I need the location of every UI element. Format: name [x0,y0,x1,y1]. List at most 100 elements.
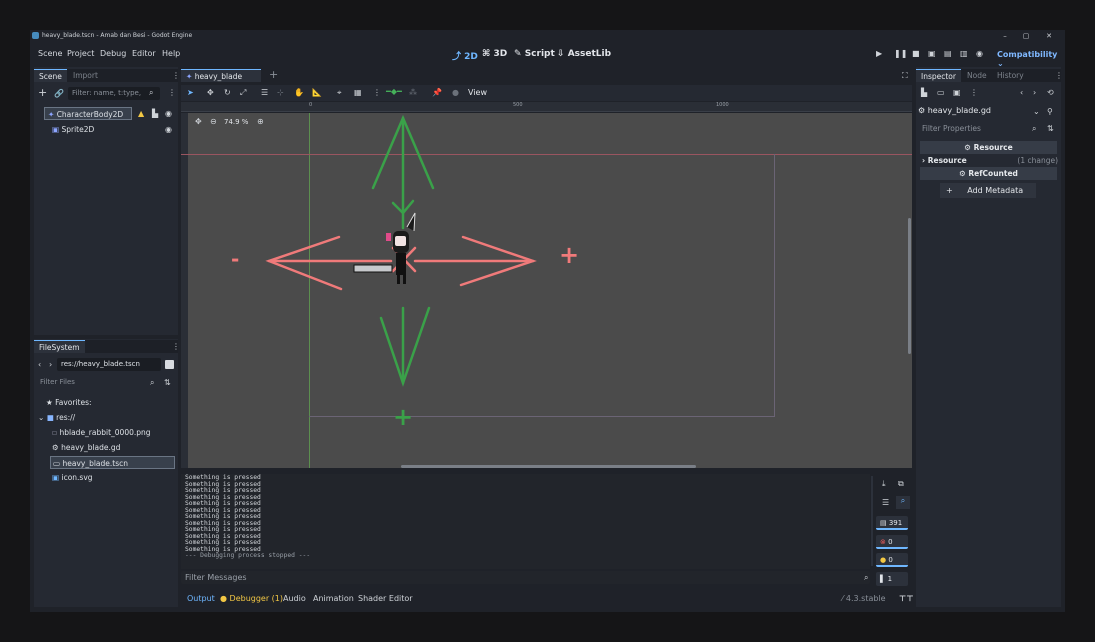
folder-res[interactable]: ⌄ ■ res:// [38,411,75,424]
scale-tool-icon[interactable]: ⤢ [240,88,246,98]
bottom-panel-toggle-icon[interactable]: ⊤⊤ [899,594,914,603]
section-resource[interactable]: ⚙ Resource [920,141,1057,154]
message-count-badge[interactable]: ▤ 391 [876,516,908,530]
search-icon[interactable]: ⌕ [149,88,153,98]
maximize-button[interactable]: ▢ [1019,30,1033,42]
dock-menu-icon[interactable]: ⋮ [172,342,180,352]
ruler-tool-icon[interactable]: 📐 [312,88,322,98]
renderer-select[interactable]: Compatibility ⌄ [997,50,1065,68]
visibility-icon[interactable]: ◉ [165,125,172,135]
tree-node-sprite2d[interactable]: ▣ Sprite2D [52,123,152,136]
visibility-icon[interactable]: ◉ [165,109,172,119]
toggle-split-icon[interactable] [165,360,174,369]
workspace-script-button[interactable]: ✎ Script [514,49,555,59]
new-tab-icon[interactable]: + [269,69,278,80]
search-toggle-icon[interactable]: ⌕ [896,496,910,509]
pan-tool-icon[interactable]: ✋ [294,88,304,98]
camera-icon[interactable]: ● [452,88,459,98]
filter-properties-input[interactable]: Filter Properties [918,122,1031,135]
add-metadata-button[interactable]: + Add Metadata [940,183,1036,198]
tree-node-characterbody2d[interactable]: ✦ CharacterBody2D [44,107,132,120]
tab-node[interactable]: Node [962,69,992,82]
play-custom-icon[interactable]: ▥ [960,49,968,59]
horizontal-scrollbar[interactable] [401,465,696,468]
workspace-2d-button[interactable]: ⤴ 2D [452,49,478,62]
error-count-badge[interactable]: ⊗ 0 [876,535,908,549]
link-icon[interactable]: 🔗 [54,89,64,99]
file-tscn[interactable]: ▭ heavy_blade.tscn [50,456,175,469]
search-icon[interactable]: ⌕ [864,573,868,583]
tab-filesystem[interactable]: FileSystem [34,340,85,353]
vertical-scrollbar[interactable] [908,218,911,354]
file-svg[interactable]: ▣ icon.svg [52,471,93,484]
movie-maker-icon[interactable]: ◉ [976,49,983,59]
warning-icon[interactable]: ▲ [138,109,144,119]
menu-debug[interactable]: Debug [100,49,126,58]
file-gd[interactable]: ⚙ heavy_blade.gd [52,441,120,454]
back-icon[interactable]: ‹ [38,360,41,370]
path-field[interactable]: res://heavy_blade.tscn [57,358,161,371]
search-icon[interactable]: ⌕ [150,378,154,388]
tab-debugger[interactable]: ● Debugger (1) [220,594,283,603]
menu-project[interactable]: Project [67,49,94,58]
menu-editor[interactable]: Editor [132,49,156,58]
rotate-tool-icon[interactable]: ↻ [224,88,231,98]
bone-icon[interactable]: ━◆━ [386,87,402,97]
dock-menu-icon[interactable]: ⋮ [172,71,180,81]
list-select-icon[interactable]: ☰ [261,88,268,98]
warning-count-badge[interactable]: ● 0 [876,553,908,567]
tab-inspector[interactable]: Inspector [916,69,961,82]
menu-help[interactable]: Help [162,49,180,58]
copy-log-icon[interactable]: ⧉ [898,479,904,489]
remote-debug-icon[interactable]: ▣ [928,49,936,59]
play-icon[interactable]: ▶ [876,49,882,59]
forward-icon[interactable]: › [49,360,52,370]
menu-scene[interactable]: Scene [38,49,62,58]
workspace-assetlib-button[interactable]: ⇩ AssetLib [557,49,611,59]
filesystem-filter-input[interactable]: Filter Files [36,376,161,389]
sort-icon[interactable]: ⇅ [1047,124,1054,134]
grid-snap-icon[interactable]: ▦ [354,88,362,98]
distraction-free-icon[interactable]: ⛶ [902,71,908,81]
pivot-icon[interactable]: ⊹ [277,88,284,98]
scene-tab-heavy-blade[interactable]: ✦ heavy_blade ✕ [181,69,261,94]
move-tool-icon[interactable]: ✥ [207,88,214,98]
scene-options-icon[interactable]: ⋮ [168,88,176,98]
resource-options-icon[interactable]: ⋮ [970,88,978,98]
info-count-badge[interactable]: ▌ 1 [876,572,908,586]
tab-history[interactable]: History [992,69,1029,82]
scene-filter-input[interactable]: Filter: name, t:type, [68,87,160,100]
select-tool-icon[interactable]: ➤ [187,88,194,98]
add-node-icon[interactable]: + [38,87,47,98]
object-docs-icon[interactable]: ⚲ [1047,107,1053,117]
tab-output[interactable]: Output [187,594,215,603]
favorites-item[interactable]: ★ Favorites: [46,396,92,409]
smart-snap-icon[interactable]: ⌖ [337,88,342,98]
search-icon[interactable]: ⌕ [1032,124,1036,134]
tab-audio[interactable]: Audio [283,594,306,603]
tab-import[interactable]: Import [68,69,103,82]
collapse-icon[interactable]: ☰ [882,498,889,508]
back-icon[interactable]: ‹ [1020,88,1023,98]
sort-icon[interactable]: ⇅ [164,378,171,388]
clear-log-icon[interactable]: ⤓ [882,479,886,489]
forward-icon[interactable]: › [1033,88,1036,98]
log-scrollbar[interactable] [871,476,873,566]
canvas-viewport[interactable]: ✥ ⊖ 74.9 % ⊕ - + + [181,113,912,468]
script-attached-icon[interactable]: ▙ [152,109,158,119]
history-icon[interactable]: ⟲ [1047,88,1054,98]
chevron-down-icon[interactable]: ⌄ [1033,107,1040,117]
load-resource-icon[interactable]: ▭ [937,88,945,98]
dock-menu-icon[interactable]: ⋮ [1055,71,1063,81]
filter-messages-input[interactable]: Filter Messages [181,571,870,584]
close-button[interactable]: ✕ [1042,30,1056,42]
save-resource-icon[interactable]: ▣ [953,88,961,98]
play-scene-icon[interactable]: ▤ [944,49,952,59]
tab-scene[interactable]: Scene [34,69,67,82]
tab-animation[interactable]: Animation [313,594,354,603]
pin-icon[interactable]: 📌 [432,88,442,98]
resource-row[interactable]: › Resource (1 change) [922,156,1058,167]
section-refcounted[interactable]: ⚙ RefCounted [920,167,1057,180]
tab-shader-editor[interactable]: Shader Editor [358,594,413,603]
new-resource-icon[interactable]: ▙ [921,88,927,98]
